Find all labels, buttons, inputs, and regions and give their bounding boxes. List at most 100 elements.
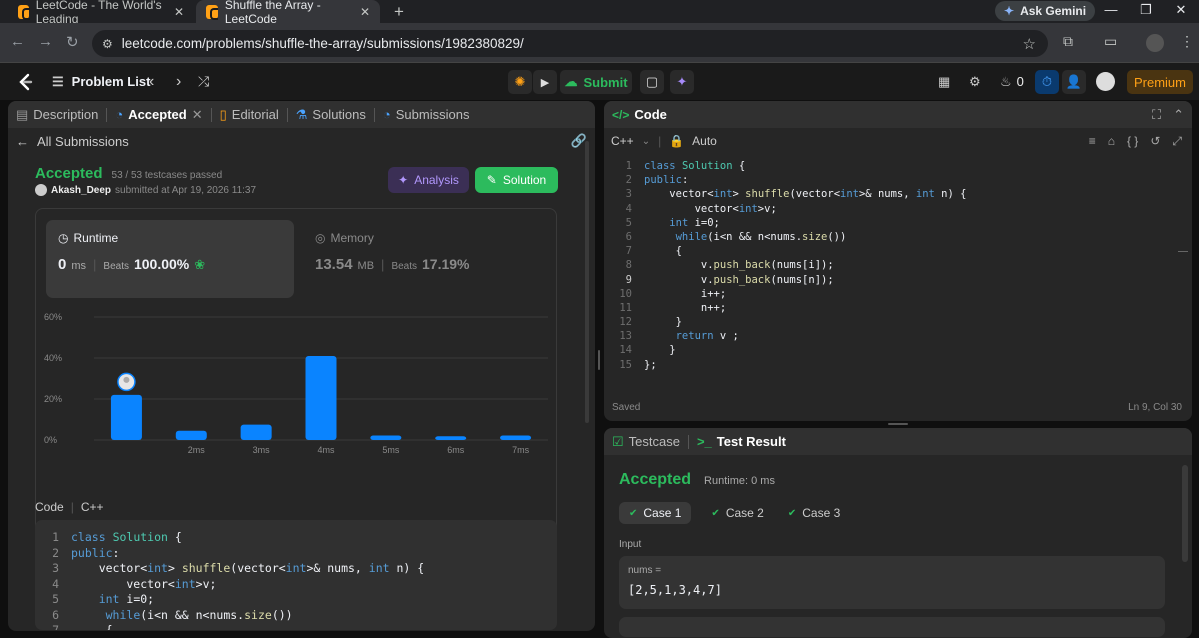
notes-button[interactable]: ▢ (640, 70, 664, 94)
expand-icon[interactable]: ⤢ (1172, 134, 1182, 149)
bookmark-icon[interactable]: ⌂ (1108, 134, 1115, 149)
memory-box[interactable]: ◎ Memory 13.54 MB | Beats 17.19% (315, 220, 545, 298)
memory-title: ◎ Memory (315, 231, 374, 245)
case-tab-1[interactable]: ✔ Case 1 (619, 502, 692, 524)
result-status: Accepted (619, 471, 692, 488)
user-avatar[interactable] (1096, 72, 1115, 91)
submission-status: Accepted 53 / 53 testcases passed (35, 165, 222, 182)
result-scrollbar[interactable] (1182, 465, 1188, 562)
case-tab-3[interactable]: ✔ Case 3 (784, 502, 844, 524)
tab-solutions[interactable]: ⚗ Solutions (288, 101, 374, 128)
close-tab-icon[interactable]: ✕ (360, 5, 370, 19)
back-arrow-icon[interactable]: ← (10, 33, 25, 50)
leetcode-logo[interactable] (16, 63, 34, 100)
add-friend-button[interactable]: 👤 (1062, 70, 1086, 94)
tab-submissions[interactable]: ◔ Submissions (375, 101, 478, 128)
browser-tab-active[interactable]: Shuffle the Array - LeetCode ✕ (196, 0, 380, 26)
ask-gemini-button[interactable]: ✦ Ask Gemini (995, 1, 1096, 21)
address-bar[interactable]: ⚙ leetcode.com/problems/shuffle-the-arra… (92, 30, 1048, 57)
extensions-icon[interactable]: ⧉ (1063, 33, 1073, 50)
run-button[interactable]: ▶ (533, 70, 557, 94)
line-number: 9 (625, 273, 632, 286)
code-editor-panel: </> Code ⛶ ⌃ C++ ⌄ | 🔒 Auto ≡ ⌂ { } ↺ ⤢ … (604, 101, 1192, 421)
chevron-down-icon: ⌄ (641, 135, 651, 147)
submit-button[interactable]: ☁ Submit (560, 70, 632, 94)
timer-button[interactable]: ⏱ (1035, 70, 1059, 94)
code-language: C++ (80, 500, 104, 514)
line-number: 5 (625, 216, 632, 229)
close-tab-icon[interactable]: ✕ (192, 107, 203, 123)
prev-problem-icon[interactable]: ‹ (149, 63, 154, 100)
vertical-splitter-handle[interactable] (598, 350, 600, 370)
braces-icon[interactable]: { } (1127, 134, 1138, 149)
input-var-name: nums = (628, 565, 662, 576)
sparkle-icon: ✦ (398, 173, 409, 187)
horizontal-splitter-handle[interactable] (888, 423, 908, 425)
maximize-icon[interactable]: ⛶ (1152, 107, 1161, 123)
restore-icon[interactable]: ❐ (1131, 2, 1161, 20)
code-line: 4 vector<int>v; (45, 577, 557, 593)
y-tick-label: 0% (44, 435, 57, 445)
case-label: Case 1 (643, 506, 682, 520)
reset-icon[interactable]: ↺ (1150, 134, 1160, 149)
code-text: public: (644, 174, 689, 187)
language-select[interactable]: C++ (611, 134, 634, 148)
bookmark-star-icon[interactable]: ☆ (1023, 35, 1036, 53)
editor-code-area[interactable]: 1 class Solution {2 public: 3 vector<int> s… (604, 159, 1164, 379)
chart-bar (370, 435, 402, 440)
chart-bar (435, 436, 467, 440)
format-icon[interactable]: ≡ (1089, 134, 1096, 149)
code-line: 9 v.push_back(nums[n]); (604, 273, 1164, 287)
case-tab-2[interactable]: ✔ Case 2 (707, 502, 767, 524)
settings-gear-icon[interactable]: ⚙ (969, 63, 981, 100)
tab-accepted[interactable]: ◔ Accepted ✕ (107, 101, 210, 128)
tab-description[interactable]: ▤ Description (8, 101, 106, 128)
collapse-icon[interactable]: ⌃ (1173, 107, 1184, 123)
streak-counter[interactable]: ♨ 0 (1000, 63, 1024, 100)
left-panel-tabs: ▤ Description ◔ Accepted ✕ ▯ Editorial ⚗ Solu… (8, 101, 595, 128)
auto-mode-label[interactable]: Auto (692, 134, 717, 148)
premium-button[interactable]: Premium (1127, 70, 1193, 94)
saved-status: Saved (612, 402, 641, 413)
tab-test-result[interactable]: >_ Test Result (689, 428, 794, 455)
play-icon: ▶ (540, 76, 550, 89)
debug-button[interactable]: ✺ (508, 70, 532, 94)
line-number: 11 (619, 301, 632, 314)
site-info-icon[interactable]: ⚙ (102, 37, 113, 51)
y-tick-label: 20% (44, 394, 62, 404)
x-tick-label: 6ms (447, 445, 465, 455)
tab-testcase[interactable]: ☑ Testcase (604, 428, 688, 455)
tab-label: Submissions (395, 107, 470, 122)
browser-tab[interactable]: LeetCode - The World's Leading ✕ (8, 0, 194, 26)
check-icon: ✔ (629, 507, 638, 519)
solution-button[interactable]: ✎ Solution (475, 167, 558, 193)
new-tab-button[interactable]: + (384, 0, 414, 23)
close-tab-icon[interactable]: ✕ (174, 5, 184, 19)
tab-editorial[interactable]: ▯ Editorial (212, 101, 287, 128)
media-icon[interactable]: ▭ (1104, 33, 1117, 50)
ai-assist-button[interactable]: ✦ (670, 70, 694, 94)
reload-icon[interactable]: ↻ (66, 33, 79, 51)
history-icon: ◔ (115, 107, 124, 122)
code-text: n++; (644, 301, 727, 314)
code-line: 7 { (45, 623, 557, 630)
chart-bar (175, 430, 207, 440)
forward-arrow-icon[interactable]: → (38, 33, 53, 50)
ask-gemini-label: Ask Gemini (1020, 4, 1087, 18)
problem-list-link[interactable]: ☰ Problem List (52, 63, 150, 100)
result-tabs: ☑ Testcase >_ Test Result (604, 428, 1192, 455)
random-problem-icon[interactable]: ⤮ (198, 63, 209, 100)
line-number: 1 (625, 160, 632, 172)
chrome-menu-icon[interactable]: ⋮ (1180, 33, 1194, 50)
minimize-icon[interactable]: — (1096, 2, 1126, 20)
all-submissions-link[interactable]: ← All Submissions (16, 134, 129, 149)
next-problem-icon[interactable]: › (176, 63, 181, 100)
line-number: 5 (52, 592, 59, 606)
layout-icon[interactable]: ▦ (938, 63, 950, 100)
close-window-icon[interactable]: ✕ (1166, 2, 1196, 20)
runtime-box[interactable]: ◷ Runtime 0 ms | Beats 100.00% ❀ (46, 220, 294, 298)
profile-avatar-icon[interactable] (1146, 34, 1164, 52)
username[interactable]: Akash_Deep (51, 185, 111, 196)
analysis-button[interactable]: ✦ Analysis (388, 167, 469, 193)
left-panel-scrollbar[interactable] (585, 141, 589, 423)
